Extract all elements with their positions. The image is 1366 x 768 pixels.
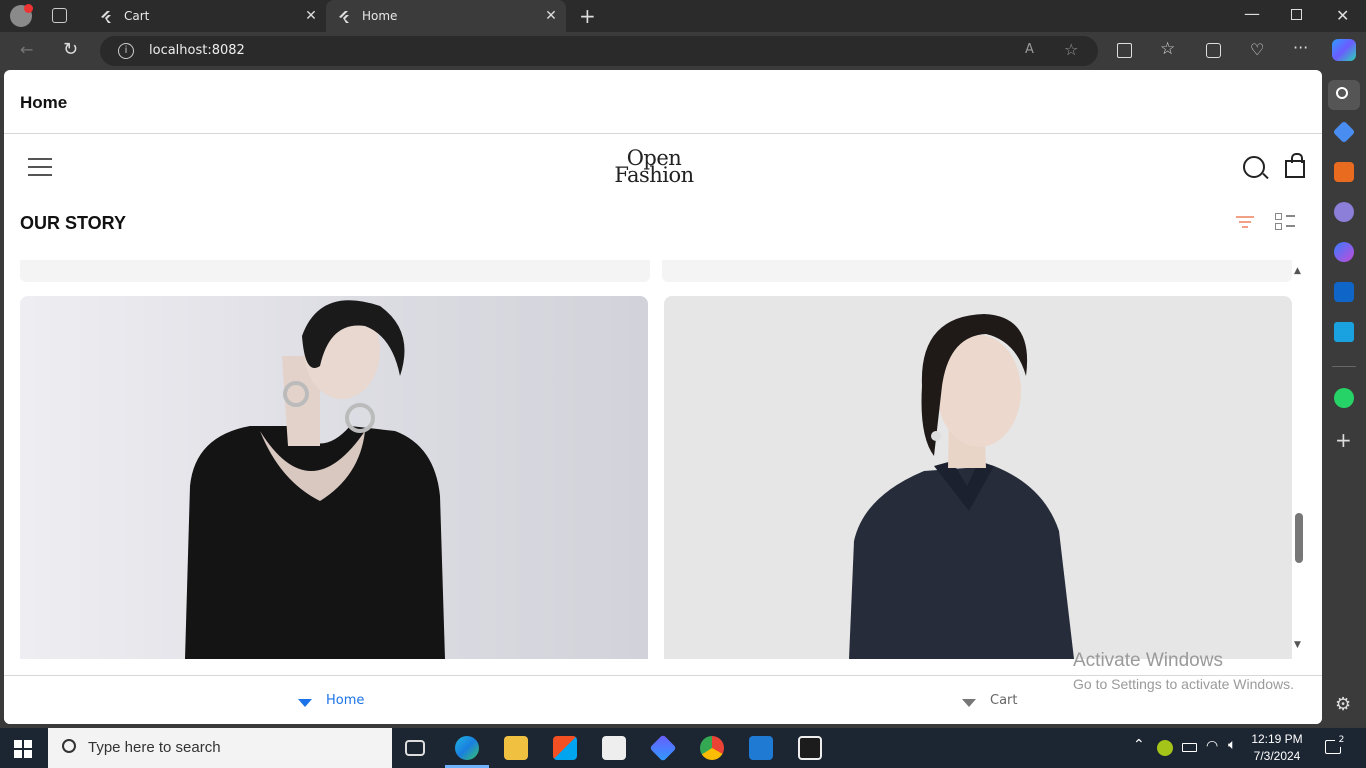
close-tab-icon[interactable]: ✕ <box>296 8 326 24</box>
search-icon[interactable] <box>1243 156 1265 178</box>
battery-icon[interactable] <box>1182 743 1197 752</box>
shopping-bag-icon[interactable] <box>1285 153 1305 178</box>
favorite-star-icon[interactable]: ☆ <box>1064 40 1078 59</box>
restore-icon[interactable] <box>1291 9 1302 20</box>
edge-app-icon[interactable] <box>455 736 479 760</box>
fashion-photo-navy-jacket[interactable] <box>664 296 1292 659</box>
model-illustration <box>185 300 445 659</box>
filter-icon[interactable] <box>1236 216 1254 228</box>
taskbar-search-placeholder: Type here to search <box>88 739 221 756</box>
refresh-icon[interactable]: ↻ <box>63 39 78 60</box>
tab-title: Cart <box>124 9 150 23</box>
clock-date: 7/3/2024 <box>1253 749 1301 763</box>
more-options-icon[interactable]: ··· <box>1293 38 1308 57</box>
show-hidden-icons-icon[interactable]: ⌃ <box>1133 737 1145 753</box>
windows-taskbar: Type here to search ⌃ ◠ 🔈︎ 12:19 PM 7/3/… <box>0 728 1366 768</box>
chrome-icon[interactable] <box>700 736 724 760</box>
sidebar-outlook-icon[interactable] <box>1334 282 1354 302</box>
bottom-tab-home[interactable]: Home <box>298 676 364 724</box>
bottom-tab-cart-label: Cart <box>990 693 1018 708</box>
profile-avatar-icon[interactable] <box>10 4 33 27</box>
wifi-icon[interactable]: ◠ <box>1206 738 1218 754</box>
tab-home-arrow-icon <box>298 698 312 707</box>
watermark-line-1: Activate Windows <box>1073 650 1223 671</box>
close-window-icon[interactable]: ✕ <box>1336 6 1349 25</box>
sidebar-settings-icon[interactable]: ⚙ <box>1335 694 1351 715</box>
tab-cart-arrow-icon <box>962 698 976 707</box>
brand-logo[interactable]: Open Fashion <box>604 148 704 187</box>
model-illustration <box>849 314 1074 659</box>
taskbar-search-box[interactable]: Type here to search <box>48 728 392 768</box>
favorites-icon[interactable]: ☆ <box>1160 39 1175 59</box>
browser-tab-strip: Cart ✕ Home ✕ + — ✕ <box>0 0 1366 32</box>
list-view-icon[interactable] <box>1275 213 1295 231</box>
mail-icon[interactable] <box>602 736 626 760</box>
new-tab-icon[interactable]: + <box>579 4 596 28</box>
tray-app-icon[interactable] <box>1157 740 1173 756</box>
site-info-icon[interactable]: i <box>118 43 134 59</box>
sidebar-whatsapp-icon[interactable] <box>1334 388 1354 408</box>
tab-actions-icon[interactable] <box>52 8 67 23</box>
photos-icon[interactable] <box>798 736 822 760</box>
clock-time: 12:19 PM <box>1251 732 1303 746</box>
search-icon <box>62 739 76 753</box>
watermark-line-2: Go to Settings to activate Windows. <box>1073 676 1294 692</box>
scroll-down-arrow-icon[interactable]: ▼ <box>1294 640 1301 650</box>
collections-icon[interactable] <box>1206 43 1221 58</box>
section-title: OUR STORY <box>20 213 127 233</box>
copilot-taskbar-icon[interactable] <box>649 734 677 762</box>
system-clock[interactable]: 12:19 PM 7/3/2024 <box>1246 731 1308 765</box>
story-grid <box>20 260 1292 659</box>
scroll-up-arrow-icon[interactable]: ▲ <box>1294 266 1301 276</box>
sidebar-search-icon[interactable] <box>1328 80 1360 110</box>
browser-essentials-icon[interactable]: ♡ <box>1250 40 1264 59</box>
address-bar[interactable]: i localhost:8082 A ☆ <box>100 36 1098 66</box>
sidebar-shopping-icon[interactable] <box>1332 120 1356 144</box>
split-screen-icon[interactable] <box>1117 43 1132 58</box>
back-arrow-icon[interactable]: ← <box>20 40 33 59</box>
vscode-icon[interactable] <box>749 736 773 760</box>
sidebar-send-icon[interactable] <box>1334 322 1354 342</box>
windows-start-icon[interactable] <box>14 740 32 758</box>
story-card[interactable] <box>20 260 650 282</box>
flutter-favicon-icon <box>101 11 111 23</box>
tab-title: Home <box>362 9 398 23</box>
edge-sidebar: + ⚙ <box>1322 70 1366 724</box>
file-explorer-icon[interactable] <box>504 736 528 760</box>
app-bar-title: Home <box>20 93 68 112</box>
close-tab-icon[interactable]: ✕ <box>536 8 566 24</box>
copilot-icon[interactable] <box>1332 39 1356 61</box>
notification-count-badge: 2 <box>1335 734 1348 747</box>
address-bar-row: ← ↻ i localhost:8082 A ☆ ☆ ♡ ··· <box>0 32 1366 70</box>
hamburger-menu-icon[interactable] <box>28 158 52 176</box>
sidebar-tools-icon[interactable] <box>1334 162 1354 182</box>
scrollbar-thumb[interactable] <box>1295 513 1303 563</box>
flutter-favicon-icon <box>339 11 349 23</box>
story-card[interactable] <box>662 260 1292 282</box>
page-viewport: Home Open Fashion OUR STORY ▲ ▼ Home Car… <box>4 70 1322 724</box>
app-bar: Home <box>4 70 1322 134</box>
minimize-icon[interactable]: — <box>1244 4 1260 23</box>
volume-icon[interactable]: 🔈︎ <box>1228 737 1236 753</box>
notification-center-icon[interactable]: 2 <box>1325 734 1348 754</box>
bottom-tab-cart[interactable]: Cart <box>962 676 1018 724</box>
page-scrollbar[interactable]: ▲ ▼ <box>1292 260 1306 659</box>
browser-tab-home[interactable]: Home ✕ <box>326 0 566 32</box>
browser-tab-cart[interactable]: Cart ✕ <box>88 0 326 32</box>
logo-line-2: Fashion <box>614 163 694 187</box>
store-header: Open Fashion <box>4 134 1322 200</box>
microsoft-store-icon[interactable] <box>553 736 577 760</box>
read-aloud-icon[interactable]: A <box>1025 42 1034 57</box>
task-view-icon[interactable] <box>405 740 425 756</box>
sidebar-add-icon[interactable]: + <box>1335 428 1352 452</box>
fashion-photo-black-dress[interactable] <box>20 296 648 659</box>
sidebar-games-icon[interactable] <box>1334 202 1354 222</box>
bottom-tab-home-label: Home <box>326 693 365 708</box>
activate-windows-watermark: Activate Windows Go to Settings to activ… <box>1073 650 1294 692</box>
url-text: localhost:8082 <box>149 43 245 58</box>
sidebar-copilot-icon[interactable] <box>1334 242 1354 262</box>
